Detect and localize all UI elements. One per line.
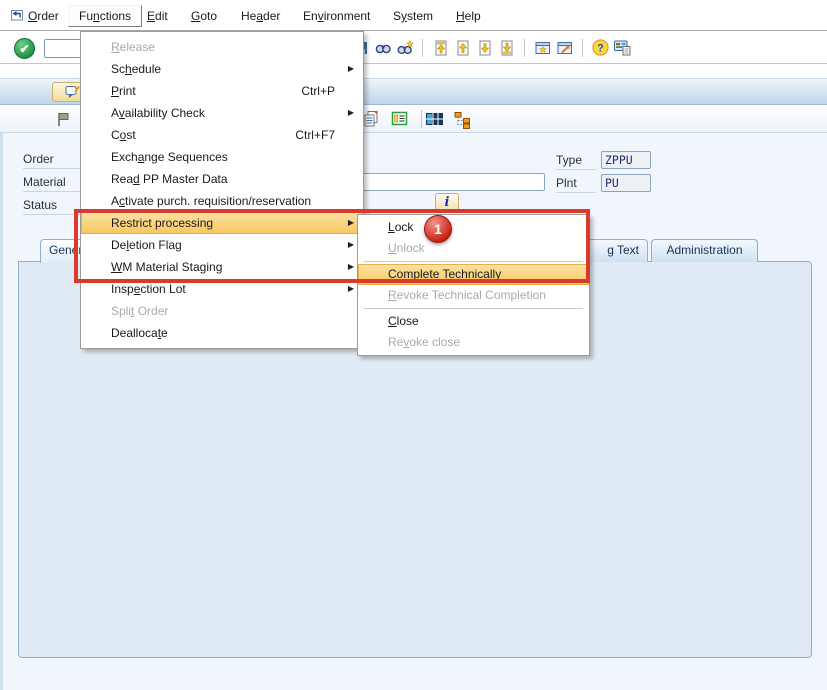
submenu-arrow-icon: ▶ [348, 58, 354, 80]
sap-order-window: Order Functions Edit Goto Header Environ… [0, 0, 827, 690]
tab-administration[interactable]: Administration [651, 239, 758, 262]
menu-bar: Order Functions Edit Goto Header Environ… [0, 0, 827, 31]
menu-item-release: Release [81, 36, 363, 58]
enter-check-button[interactable]: ✔ [14, 38, 35, 59]
menu-separator [364, 261, 583, 262]
plant-field: PU [601, 174, 651, 192]
menubar-item-system[interactable]: System [393, 9, 433, 23]
menu-item-restrict-processing[interactable]: Restrict processing▶ [81, 212, 363, 234]
functions-menu: Release Schedule▶ PrintCtrl+P Availabili… [80, 31, 364, 349]
previous-page-icon[interactable] [453, 38, 472, 57]
submenu-arrow-icon: ▶ [348, 278, 354, 300]
menu-item-unlock: Unlock [358, 238, 589, 259]
shortcut-label: Ctrl+P [301, 80, 335, 102]
status-info-button[interactable]: i [435, 193, 459, 212]
hierarchy-icon[interactable] [452, 109, 474, 134]
menubar-item-functions[interactable]: Functions [68, 5, 142, 27]
submenu-arrow-icon: ▶ [348, 212, 354, 234]
plant-label: Plnt [556, 176, 596, 193]
menu-item-read-pp-master-data[interactable]: Read PP Master Data [81, 168, 363, 190]
toolbar-separator [524, 39, 525, 57]
order-type-label: Type [556, 153, 596, 170]
restrict-processing-submenu: Lock Unlock Complete Technically Revoke … [357, 214, 590, 356]
menubar-item-header[interactable]: Header [241, 9, 280, 23]
menu-item-close[interactable]: Close [358, 311, 589, 332]
menu-item-split-order: Split Order [81, 300, 363, 322]
copy-document-icon[interactable] [362, 109, 382, 134]
menu-item-exchange-sequences[interactable]: Exchange Sequences [81, 146, 363, 168]
submenu-arrow-icon: ▶ [348, 256, 354, 278]
new-session-icon[interactable] [533, 38, 552, 57]
first-page-icon[interactable] [431, 38, 450, 57]
menu-separator [364, 308, 583, 309]
menubar-item-edit[interactable]: Edit [147, 9, 168, 23]
last-page-icon[interactable] [497, 38, 516, 57]
release-flag-icon[interactable] [54, 110, 73, 134]
menu-item-wm-material-staging[interactable]: WM Material Staging▶ [81, 256, 363, 278]
menu-item-inspection-lot[interactable]: Inspection Lot▶ [81, 278, 363, 300]
help-icon[interactable]: ? [591, 38, 610, 57]
detail-list-icon[interactable] [390, 109, 410, 134]
menu-item-deallocate[interactable]: Deallocate [81, 322, 363, 344]
menu-item-activate-purch-requisition[interactable]: Activate purch. requisition/reservation [81, 190, 363, 212]
menu-item-schedule[interactable]: Schedule▶ [81, 58, 363, 80]
menubar-item-goto[interactable]: Goto [191, 9, 217, 23]
menu-item-cost[interactable]: CostCtrl+F7 [81, 124, 363, 146]
menubar-item-order[interactable]: Order [28, 9, 59, 23]
next-page-icon[interactable] [475, 38, 494, 57]
menu-item-print[interactable]: PrintCtrl+P [81, 80, 363, 102]
menu-item-lock[interactable]: Lock [358, 217, 589, 238]
table-view-icon[interactable] [424, 109, 446, 134]
toolbar-separator [422, 39, 423, 57]
annotation-badge-1: 1 [424, 215, 452, 243]
submenu-arrow-icon: ▶ [348, 102, 354, 124]
order-type-field: ZPPU [601, 151, 651, 169]
control-menu-icon[interactable] [9, 8, 25, 28]
menu-item-complete-technically[interactable]: Complete Technically [358, 264, 589, 285]
toolbar-separator [582, 39, 583, 57]
menu-item-revoke-technical-completion: Revoke Technical Completion [358, 285, 589, 306]
shortcut-label: Ctrl+F7 [295, 124, 335, 146]
find-icon[interactable] [373, 38, 392, 57]
menubar-item-help[interactable]: Help [456, 9, 481, 23]
customize-layout-icon[interactable] [613, 38, 632, 57]
create-shortcut-icon[interactable] [555, 38, 574, 57]
submenu-arrow-icon: ▶ [348, 234, 354, 256]
menubar-item-environment[interactable]: Environment [303, 9, 370, 23]
menu-item-availability-check[interactable]: Availability Check▶ [81, 102, 363, 124]
menu-item-deletion-flag[interactable]: Deletion Flag▶ [81, 234, 363, 256]
find-next-icon[interactable] [395, 38, 414, 57]
svg-text:?: ? [597, 42, 604, 54]
menu-item-revoke-close: Revoke close [358, 332, 589, 353]
toolbar-separator [421, 110, 422, 128]
